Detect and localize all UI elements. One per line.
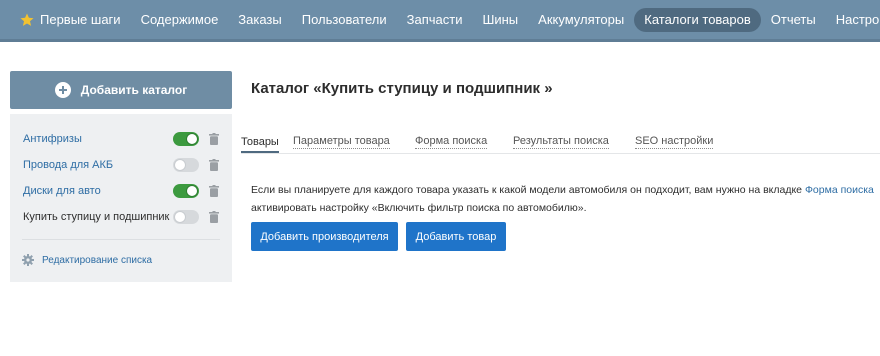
edit-list-label: Редактирование списка	[42, 254, 153, 266]
add-catalog-button[interactable]: Добавить каталог	[10, 71, 232, 109]
tab-product-parameters[interactable]: Параметры товара	[293, 135, 390, 149]
catalog-toggle[interactable]	[173, 132, 199, 146]
catalog-list-panel: Антифризы Провода для АКБ Диски для авто…	[10, 114, 232, 282]
catalog-row: Купить ступицу и подшипник	[10, 204, 232, 230]
nav-item-settings[interactable]: Настройки	[826, 8, 880, 32]
tab-seo-settings[interactable]: SEO настройки	[635, 135, 714, 149]
nav-item-first-steps[interactable]: Первые шаги	[14, 8, 131, 32]
add-catalog-label: Добавить каталог	[80, 83, 188, 97]
gear-icon	[22, 254, 34, 266]
toggle-knob	[174, 159, 186, 171]
catalog-link-car-wheels[interactable]: Диски для авто	[23, 185, 101, 197]
catalog-link-antifreeze[interactable]: Антифризы	[23, 133, 82, 145]
toggle-knob	[186, 185, 198, 197]
catalog-link-battery-cables[interactable]: Провода для АКБ	[23, 159, 113, 171]
nav-item-users[interactable]: Пользователи	[292, 8, 397, 32]
divider	[22, 239, 220, 240]
nav-item-content[interactable]: Содержимое	[131, 8, 229, 32]
tab-search-form[interactable]: Форма поиска	[415, 135, 488, 149]
catalog-row: Провода для АКБ	[10, 152, 232, 178]
toggle-knob	[174, 211, 186, 223]
trash-icon[interactable]	[209, 133, 219, 145]
nav-item-tires[interactable]: Шины	[472, 8, 528, 32]
catalog-toggle[interactable]	[173, 158, 199, 172]
add-product-button[interactable]: Добавить товар	[406, 222, 506, 251]
catalog-link-hub-bearing[interactable]: Купить ступицу и подшипник	[23, 211, 169, 223]
nav-item-parts[interactable]: Запчасти	[397, 8, 473, 32]
catalog-toggle[interactable]	[173, 210, 199, 224]
nav-item-product-catalogs[interactable]: Каталоги товаров	[634, 7, 761, 32]
top-navigation: Первые шаги Содержимое Заказы Пользовате…	[0, 0, 880, 42]
info-text-part: Если вы планируете для каждого товара ук…	[251, 184, 805, 196]
tab-search-results[interactable]: Результаты поиска	[513, 135, 609, 149]
trash-icon[interactable]	[209, 185, 219, 197]
tab-products[interactable]: Товары	[241, 135, 279, 153]
page-title: Каталог «Купить ступицу и подшипник »	[251, 80, 553, 97]
star-icon	[20, 13, 34, 27]
catalog-tabs: Товары Параметры товара Форма поиска Рез…	[241, 132, 880, 154]
add-manufacturer-button[interactable]: Добавить производителя	[251, 222, 398, 251]
nav-item-batteries[interactable]: Аккумуляторы	[528, 8, 634, 32]
nav-item-reports[interactable]: Отчеты	[761, 8, 826, 32]
info-text-part: активировать настройку «Включить фильтр …	[251, 202, 587, 214]
info-message: Если вы планируете для каждого товара ук…	[251, 181, 880, 217]
nav-item-label: Первые шаги	[40, 11, 121, 27]
trash-icon[interactable]	[209, 211, 219, 223]
edit-list-link[interactable]: Редактирование списка	[22, 252, 152, 268]
toggle-knob	[186, 133, 198, 145]
catalog-toggle[interactable]	[173, 184, 199, 198]
search-form-link[interactable]: Форма поиска	[805, 184, 874, 196]
catalog-row: Диски для авто	[10, 178, 232, 204]
trash-icon[interactable]	[209, 159, 219, 171]
catalog-row: Антифризы	[10, 126, 232, 152]
plus-circle-icon	[54, 82, 71, 98]
nav-item-orders[interactable]: Заказы	[228, 8, 291, 32]
